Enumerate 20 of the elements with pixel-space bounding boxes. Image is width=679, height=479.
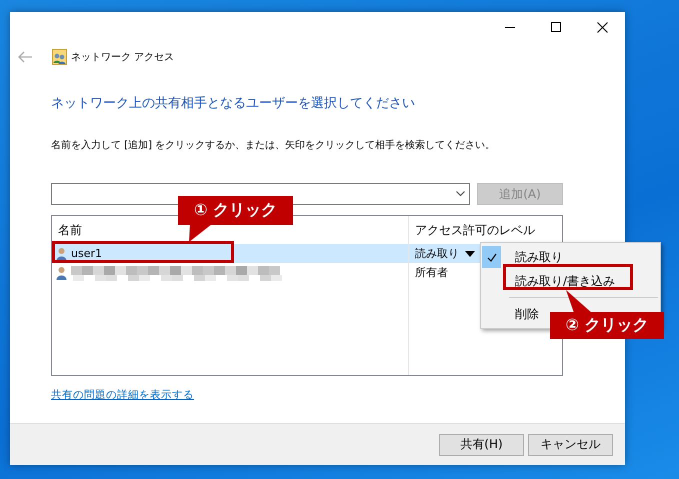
callout-pointer — [566, 290, 592, 313]
dialog-button[interactable]: キャンセル — [528, 434, 613, 456]
instruction-text: 名前を入力して [追加] をクリックするか、または、矢印をクリックして相手を検索してください。 — [51, 138, 496, 152]
heading: ネットワーク上の共有相手となるユーザーを選択してください — [51, 95, 416, 113]
users-icon — [52, 49, 67, 65]
dropdown-icon[interactable] — [465, 250, 475, 256]
user-icon — [56, 246, 67, 260]
access-level: 所有者 — [415, 265, 448, 280]
help-link[interactable]: 共有の問題の詳細を表示する — [51, 388, 194, 402]
access-level: 読み取り — [415, 246, 459, 261]
close-icon[interactable] — [596, 22, 608, 32]
window-title: ネットワーク アクセス — [71, 51, 174, 64]
maximize-icon[interactable] — [551, 22, 561, 32]
menu-item[interactable]: 読み取り/書き込み — [481, 269, 660, 293]
user-row[interactable]: user1 — [52, 244, 408, 263]
user-name: user1 — [71, 247, 102, 260]
dropdown-icon — [456, 191, 465, 197]
user-icon — [56, 266, 67, 280]
menu-item[interactable]: 読み取り — [481, 245, 660, 269]
dialog-button[interactable]: 共有(H) — [439, 434, 524, 456]
